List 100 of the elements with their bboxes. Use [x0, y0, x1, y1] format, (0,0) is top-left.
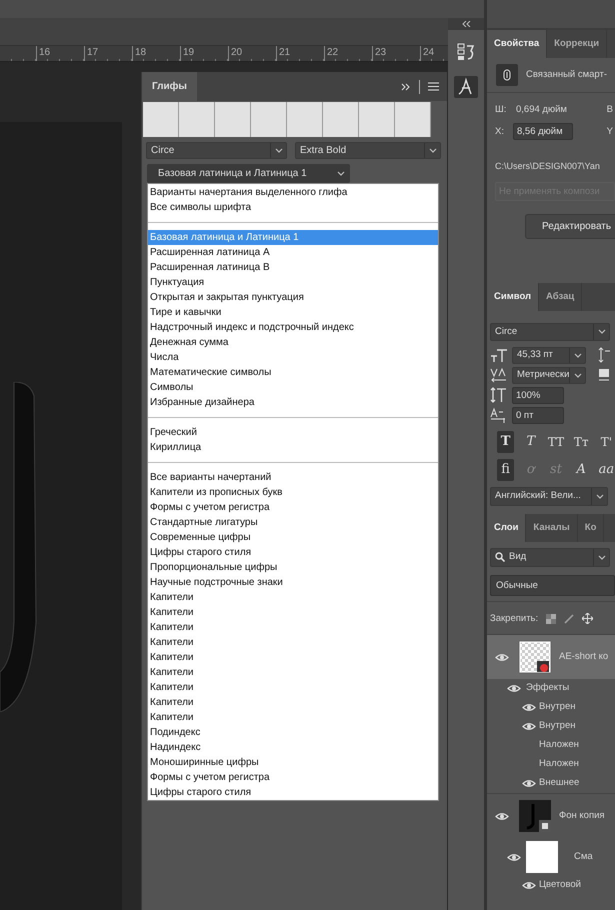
- character-styles-icon[interactable]: [454, 76, 478, 98]
- panel-tab[interactable]: Каналы: [526, 514, 578, 542]
- menu-item[interactable]: Капители: [148, 695, 438, 710]
- glyph-cell[interactable]: [215, 102, 251, 137]
- caret-icon: [274, 147, 282, 154]
- panel-tab[interactable]: Ко: [578, 514, 604, 542]
- layer-name: Фон копия: [559, 808, 605, 823]
- panel-tab[interactable]: Глифы: [142, 72, 197, 101]
- menu-item[interactable]: Капители из прописных букв: [148, 485, 438, 500]
- opentype-button[interactable]: aa: [598, 458, 615, 481]
- eye-icon[interactable]: [522, 703, 536, 712]
- menu-item[interactable]: Моноширинные цифры: [148, 755, 438, 770]
- glyph-cell[interactable]: [143, 102, 179, 137]
- menu-item[interactable]: Пропорциональные цифры: [148, 560, 438, 575]
- edit-button[interactable]: Редактировать: [525, 214, 615, 239]
- panel-tab[interactable]: Абзац: [539, 282, 582, 311]
- layer-row[interactable]: Фон копия: [487, 794, 615, 838]
- menu-item[interactable]: Математические символы: [148, 365, 438, 380]
- menu-item[interactable]: Современные цифры: [148, 530, 438, 545]
- glyph-cell[interactable]: [323, 102, 359, 137]
- menu-item[interactable]: Капители: [148, 635, 438, 650]
- panel-tab[interactable]: Слои: [487, 514, 526, 542]
- glyph-cell[interactable]: [395, 102, 431, 137]
- menu-item[interactable]: Надстрочный индекс и подстрочный индекс: [148, 320, 438, 335]
- caret-icon: [337, 170, 345, 177]
- eye-icon[interactable]: [507, 852, 521, 862]
- font-dropdown[interactable]: Circe: [490, 322, 610, 341]
- layer-name: AE-short ко: [559, 650, 608, 664]
- eye-icon[interactable]: [495, 652, 509, 662]
- menu-item[interactable]: Расширенная латиница B: [148, 260, 438, 275]
- paragraph-styles-icon[interactable]: [456, 42, 476, 62]
- eye-icon[interactable]: [522, 881, 536, 890]
- text-style-button[interactable]: TT: [547, 430, 565, 453]
- menu-item[interactable]: Варианты начертания выделенного глифа: [148, 185, 438, 200]
- font-size-dropdown[interactable]: 45,33 пт: [512, 346, 586, 364]
- glyph-cell[interactable]: [287, 102, 323, 137]
- eye-icon[interactable]: [522, 779, 536, 788]
- caret-icon: [598, 328, 606, 336]
- text-style-button[interactable]: Tт: [572, 430, 590, 453]
- menu-item[interactable]: Капители: [148, 650, 438, 665]
- baseline-shift-icon: [490, 407, 508, 424]
- kerning-dropdown[interactable]: Метрически: [512, 366, 586, 384]
- menu-item[interactable]: Пунктуация: [148, 275, 438, 290]
- menu-item[interactable]: Символы: [148, 380, 438, 395]
- opentype-button[interactable]: fi: [497, 458, 514, 481]
- brush-icon[interactable]: [564, 614, 574, 624]
- menu-item[interactable]: Все символы шрифта: [148, 200, 438, 215]
- language-dropdown[interactable]: Английский: Вели...: [490, 486, 608, 506]
- glyph-cell[interactable]: [359, 102, 395, 137]
- baseline-shift-field[interactable]: 0 пт: [512, 406, 564, 424]
- expand-icon[interactable]: [401, 82, 411, 90]
- panel-tab[interactable]: Свойства: [487, 30, 548, 58]
- menu-item[interactable]: Капители: [148, 665, 438, 680]
- menu-item[interactable]: Цифры старого стиля: [148, 545, 438, 560]
- menu-item[interactable]: Греческий: [148, 425, 438, 440]
- leading-field[interactable]: 100%: [512, 386, 564, 404]
- menu-item[interactable]: Капители: [148, 710, 438, 725]
- font-size-icon: [490, 347, 508, 364]
- menu-item[interactable]: Избранные дизайнера: [148, 395, 438, 410]
- menu-item[interactable]: Стандартные лигатуры: [148, 515, 438, 530]
- eye-icon[interactable]: [507, 684, 521, 693]
- text-style-button[interactable]: T: [522, 430, 540, 453]
- font-style-dropdown[interactable]: Extra Bold: [295, 142, 441, 159]
- menu-item[interactable]: Расширенная латиница A: [148, 245, 438, 260]
- checkerboard-icon[interactable]: [546, 614, 556, 624]
- collapse-icon[interactable]: [462, 21, 470, 27]
- menu-item[interactable]: Кириллица: [148, 440, 438, 455]
- menu-item[interactable]: Цифры старого стиля: [148, 785, 438, 800]
- x-position-field[interactable]: 8,56 дюйм: [513, 123, 573, 140]
- eye-icon[interactable]: [522, 722, 536, 731]
- menu-item[interactable]: Капители: [148, 680, 438, 695]
- font-dropdown[interactable]: Circe: [146, 142, 287, 159]
- text-style-button[interactable]: T': [598, 430, 615, 453]
- menu-item[interactable]: Научные подстрочные знаки: [148, 575, 438, 590]
- layer-row[interactable]: AE-short ко: [487, 635, 615, 679]
- menu-item[interactable]: Формы с учетом регистра: [148, 500, 438, 515]
- menu-item[interactable]: Все варианты начертаний: [148, 470, 438, 485]
- blend-mode-dropdown[interactable]: Обычные: [490, 574, 615, 596]
- layer-thumbnail: [519, 641, 551, 673]
- menu-item[interactable]: Капители: [148, 620, 438, 635]
- menu-item[interactable]: Капители: [148, 605, 438, 620]
- glyph-cell[interactable]: [251, 102, 287, 137]
- filter-dropdown[interactable]: Вид: [490, 548, 610, 567]
- menu-item[interactable]: Денежная сумма: [148, 335, 438, 350]
- menu-item[interactable]: Формы с учетом регистра: [148, 770, 438, 785]
- panel-tab[interactable]: Символ: [487, 282, 540, 311]
- text-style-button[interactable]: T: [497, 430, 514, 453]
- opentype-button[interactable]: A: [572, 458, 590, 481]
- move-icon[interactable]: [582, 613, 594, 624]
- category-dropdown[interactable]: Базовая латиница и Латиница 1: [147, 164, 350, 183]
- menu-item[interactable]: Подиндекс: [148, 725, 438, 740]
- eye-icon[interactable]: [495, 812, 509, 820]
- menu-item[interactable]: Числа: [148, 350, 438, 365]
- panel-tab[interactable]: Коррекци: [547, 30, 608, 58]
- menu-item[interactable]: Капители: [148, 590, 438, 605]
- menu-icon[interactable]: [428, 82, 439, 91]
- menu-item[interactable]: Открытая и закрытая пунктуация: [148, 290, 438, 305]
- menu-item[interactable]: Тире и кавычки: [148, 305, 438, 320]
- menu-item[interactable]: Надиндекс: [148, 740, 438, 755]
- glyph-cell[interactable]: [179, 102, 215, 137]
